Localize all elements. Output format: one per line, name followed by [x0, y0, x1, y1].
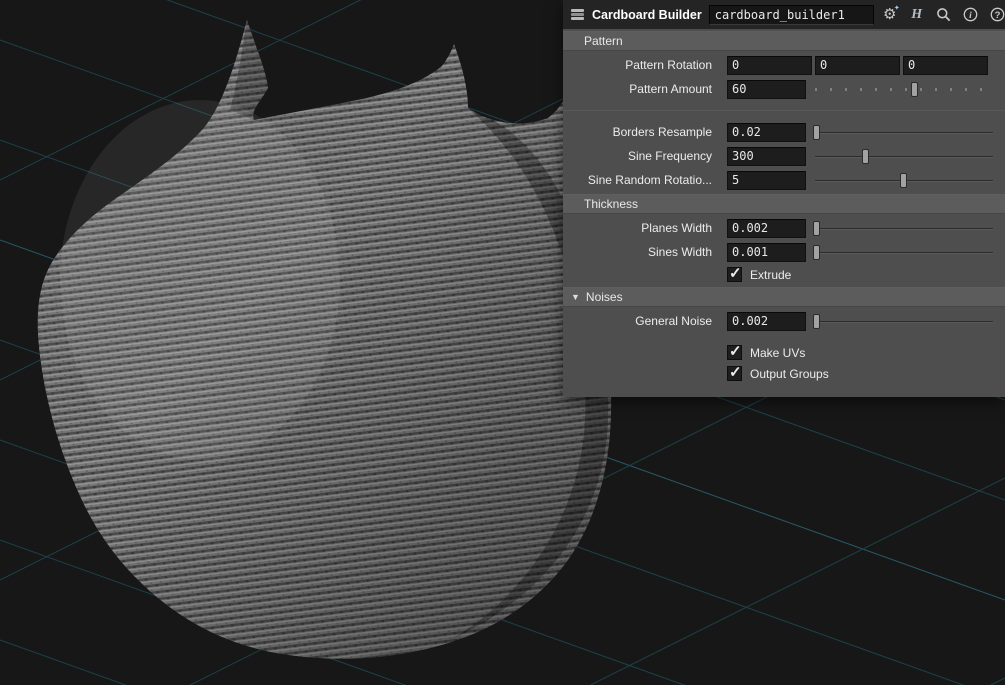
titlebar-icons: ⚙ ✦ H i ?	[881, 4, 1005, 24]
slider-handle[interactable]	[861, 148, 869, 164]
pattern-amount-slider[interactable]	[813, 80, 995, 99]
svg-text:?: ?	[995, 10, 1001, 21]
pattern-amount-field[interactable]	[727, 79, 806, 99]
general-noise-slider[interactable]	[812, 312, 995, 331]
make-uvs-label: Make UVs	[750, 345, 806, 360]
param-row-planes-width: Planes Width	[563, 216, 1005, 240]
borders-resample-slider[interactable]	[812, 123, 995, 142]
sine-random-rotation-field[interactable]	[727, 170, 806, 190]
param-label: Sines Width	[647, 245, 712, 259]
houdini-3d-viewport[interactable]: Cardboard Builder ⚙ ✦ H	[0, 0, 1005, 685]
param-label: General Noise	[635, 314, 712, 328]
slider-handle[interactable]	[910, 81, 918, 97]
make-uvs-checkbox[interactable]	[727, 342, 742, 360]
slider-handle[interactable]	[812, 124, 820, 140]
slider-handle[interactable]	[812, 220, 820, 236]
param-row-make-uvs: Make UVs	[563, 342, 1005, 363]
cardboard-builder-icon	[570, 6, 585, 24]
param-row-extrude: Extrude	[563, 264, 1005, 285]
param-row-sine-random-rotation: Sine Random Rotatio...	[563, 168, 1005, 192]
help-icon[interactable]: ?	[989, 6, 1005, 24]
param-label: Sine Frequency	[627, 149, 712, 163]
param-label: Sine Random Rotatio...	[587, 173, 712, 187]
sine-random-rotation-slider[interactable]	[813, 171, 995, 190]
slider-handle[interactable]	[812, 244, 820, 260]
general-noise-field[interactable]	[727, 311, 806, 331]
slider-handle[interactable]	[900, 172, 907, 188]
svg-text:i: i	[969, 11, 972, 21]
param-label: Pattern Amount	[629, 82, 712, 96]
panel-title: Cardboard Builder	[592, 7, 702, 22]
param-row-output-groups: Output Groups	[563, 363, 1005, 384]
section-header-thickness[interactable]: Thickness	[563, 194, 1005, 214]
planes-width-slider[interactable]	[812, 219, 995, 238]
param-label: Planes Width	[641, 221, 712, 235]
collapse-triangle-icon[interactable]: ▼	[571, 292, 580, 302]
extrude-checkbox[interactable]	[727, 264, 742, 282]
panel-titlebar: Cardboard Builder ⚙ ✦ H	[563, 0, 1005, 29]
output-groups-label: Output Groups	[750, 366, 829, 381]
param-row-sine-frequency: Sine Frequency	[563, 144, 1005, 168]
param-row-sines-width: Sines Width	[563, 240, 1005, 264]
pattern-rotation-x-field[interactable]	[727, 55, 812, 75]
pattern-rotation-z-field[interactable]	[903, 55, 988, 75]
search-icon[interactable]	[935, 6, 953, 24]
model-highlight	[60, 100, 340, 460]
param-row-pattern-amount: Pattern Amount	[563, 77, 1005, 101]
section-header-pattern[interactable]: Pattern	[563, 31, 1005, 51]
gear-spark-icon: ✦	[893, 4, 900, 12]
extrude-label: Extrude	[750, 267, 792, 282]
param-row-pattern-rotation: Pattern Rotation	[563, 53, 1005, 77]
houdini-icon[interactable]: H	[908, 6, 926, 24]
param-label: Pattern Rotation	[625, 58, 712, 72]
sine-frequency-slider[interactable]	[813, 147, 995, 166]
pattern-rotation-y-field[interactable]	[815, 55, 900, 75]
sines-width-slider[interactable]	[812, 243, 995, 262]
sine-frequency-field[interactable]	[727, 146, 806, 166]
param-label: Borders Resample	[612, 125, 712, 139]
parameter-panel: Cardboard Builder ⚙ ✦ H	[563, 0, 1005, 397]
sines-width-field[interactable]	[727, 242, 806, 262]
slider-handle[interactable]	[812, 313, 820, 329]
output-groups-checkbox[interactable]	[727, 363, 742, 381]
borders-resample-field[interactable]	[727, 122, 806, 142]
info-icon[interactable]: i	[962, 6, 980, 24]
param-row-borders-resample: Borders Resample	[563, 120, 1005, 144]
gear-icon[interactable]: ⚙ ✦	[881, 4, 900, 24]
node-name-input[interactable]	[708, 4, 874, 25]
section-header-noises[interactable]: ▼ Noises	[563, 287, 1005, 307]
planes-width-field[interactable]	[727, 218, 806, 238]
param-row-general-noise: General Noise	[563, 309, 1005, 333]
